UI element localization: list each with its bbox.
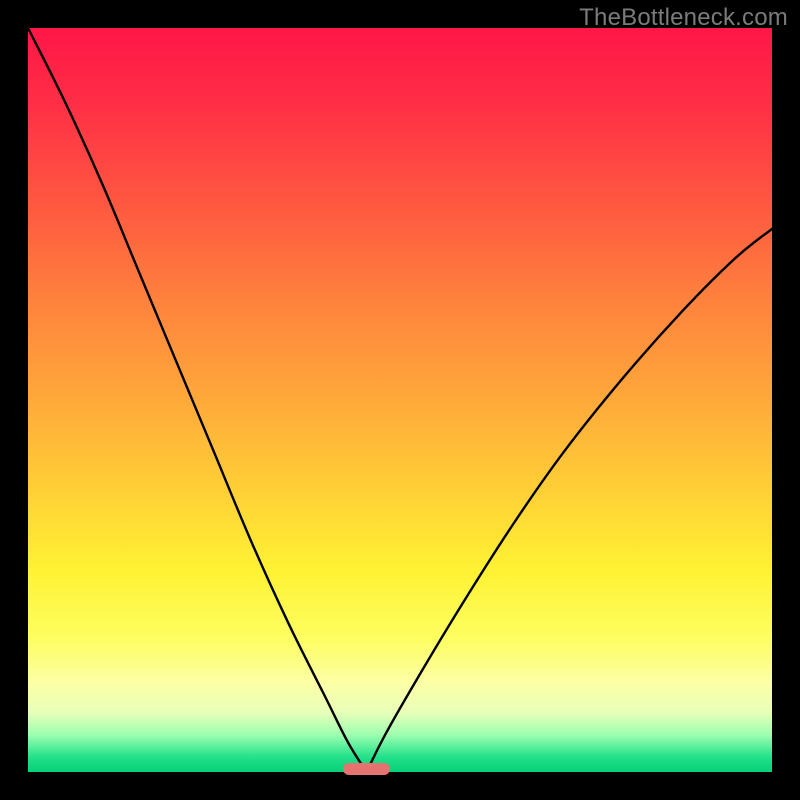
curve-right-branch bbox=[367, 229, 772, 772]
curve-left-branch bbox=[28, 28, 367, 772]
bottleneck-curve bbox=[28, 28, 772, 772]
watermark-text: TheBottleneck.com bbox=[579, 4, 788, 32]
chart-frame: TheBottleneck.com bbox=[0, 0, 800, 800]
plot-area bbox=[28, 28, 772, 772]
optimum-marker bbox=[343, 763, 389, 775]
